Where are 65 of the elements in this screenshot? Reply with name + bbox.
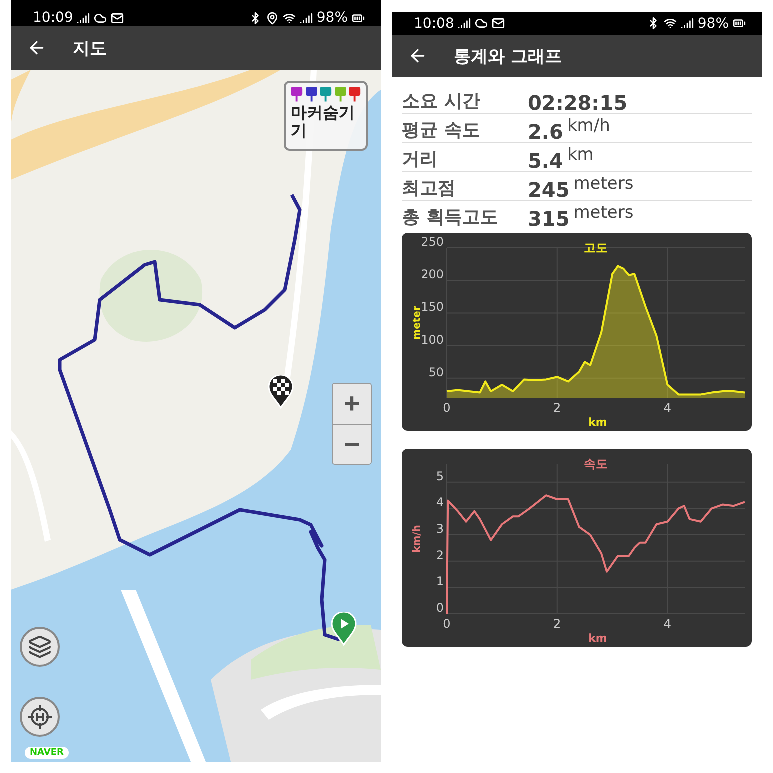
marker-toggle[interactable]: 마커숨기기 xyxy=(284,81,368,151)
axis-tick-label: 0 xyxy=(436,601,444,615)
x-axis-label: km xyxy=(588,632,608,645)
axis-tick-label: 1 xyxy=(436,574,444,589)
marker-toggle-label: 마커숨기기 xyxy=(291,104,356,140)
stat-label: 거리 xyxy=(402,148,439,171)
stat-value: 5.4 xyxy=(528,151,564,171)
axis-tick-label: 4 xyxy=(436,496,444,510)
signal-icon xyxy=(300,12,313,24)
stat-unit: km/h xyxy=(567,116,610,136)
chart-title: 고도 xyxy=(584,241,608,255)
cloud-icon xyxy=(475,17,488,30)
axis-tick-label: 100 xyxy=(421,332,444,347)
stat-label: 평균 속도 xyxy=(402,119,482,142)
start-pin-icon xyxy=(331,612,357,646)
crosshair-icon xyxy=(27,704,53,730)
axis-tick-label: 200 xyxy=(421,268,444,282)
screen-title: 지도 xyxy=(73,38,107,60)
mail-icon xyxy=(492,17,506,30)
finish-flag-icon xyxy=(268,375,294,409)
axis-tick-label: 2 xyxy=(436,548,444,562)
stat-value: 2.6 xyxy=(528,122,564,142)
stat-unit: meters xyxy=(574,203,634,223)
y-axis-label: meter xyxy=(412,306,423,340)
stat-value: 02:28:15 xyxy=(528,93,628,113)
battery-icon xyxy=(352,12,365,24)
wifi-icon xyxy=(282,12,296,24)
clock: 10:08 xyxy=(414,16,454,32)
battery-level: 98% xyxy=(698,16,729,32)
stat-unit: meters xyxy=(574,174,634,194)
axis-tick-label: 250 xyxy=(421,235,444,249)
axis-tick-label: 5 xyxy=(436,469,444,484)
battery-level: 98% xyxy=(316,10,348,26)
axis-tick-label: 4 xyxy=(664,617,672,631)
zoom-out-button[interactable]: − xyxy=(333,424,371,464)
map-logo: NAVER xyxy=(25,747,69,759)
location-icon xyxy=(266,12,279,24)
layers-icon xyxy=(28,635,52,659)
axis-tick-label: 2 xyxy=(554,617,562,631)
signal-icon xyxy=(77,12,90,24)
clock: 10:09 xyxy=(33,10,74,26)
axis-tick-label: 2 xyxy=(554,401,562,415)
screen-title: 통계와 그래프 xyxy=(454,46,562,68)
chart-title: 속도 xyxy=(584,457,608,471)
stat-label: 총 획득고도 xyxy=(402,206,500,229)
axis-tick-label: 4 xyxy=(664,401,672,415)
signal-icon xyxy=(680,17,694,30)
stat-unit: km xyxy=(567,145,594,165)
x-axis-label: km xyxy=(588,416,608,429)
mail-icon xyxy=(111,12,124,24)
stat-value: 315 xyxy=(528,209,570,229)
battery-icon xyxy=(733,17,746,30)
axis-tick-label: 50 xyxy=(428,365,444,380)
zoom-in-button[interactable]: + xyxy=(333,384,371,424)
axis-tick-label: 0 xyxy=(443,617,451,631)
stat-label: 최고점 xyxy=(402,177,457,200)
wifi-icon xyxy=(664,17,677,30)
y-axis-label: km/h xyxy=(412,525,423,553)
cloud-icon xyxy=(94,12,108,24)
axis-tick-label: 150 xyxy=(421,300,444,314)
stat-value: 245 xyxy=(528,180,570,200)
stat-label: 소요 시간 xyxy=(402,90,482,113)
axis-tick-label: 3 xyxy=(436,522,444,536)
signal-icon xyxy=(458,17,472,30)
axis-tick-label: 0 xyxy=(443,401,451,415)
